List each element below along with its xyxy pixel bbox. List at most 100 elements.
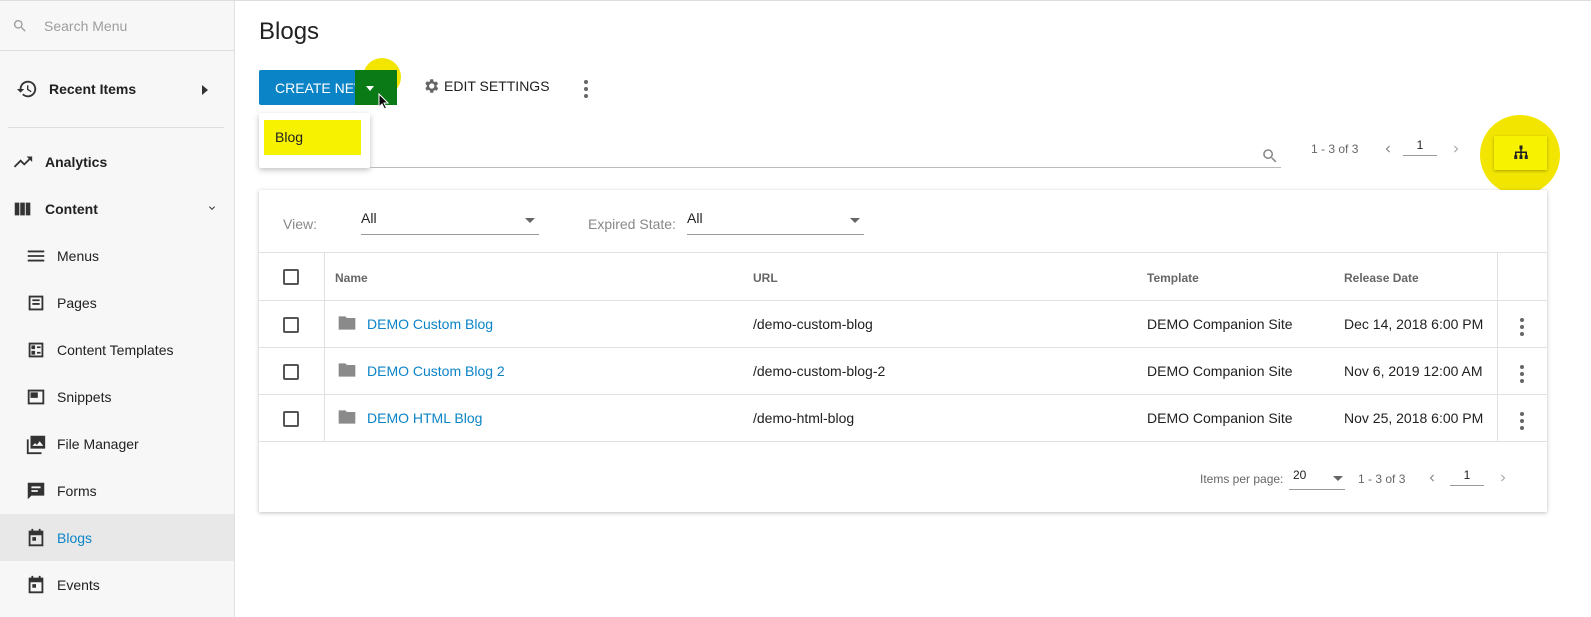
folder-icon — [338, 410, 356, 424]
sidebar-label: Blogs — [57, 529, 93, 546]
blog-release-date: Dec 14, 2018 6:00 PM — [1344, 316, 1484, 332]
create-new-label: CREATE NEW — [275, 79, 368, 96]
sidebar-label: Forms — [57, 482, 97, 499]
form-icon — [25, 480, 47, 502]
sidebar-item-file-manager[interactable]: File Manager — [0, 420, 234, 467]
chevron-right-icon[interactable] — [1449, 141, 1463, 157]
main-content: Blogs CREATE NEW EDIT SETTINGS Blog 1 - … — [235, 1, 1591, 617]
folder-icon — [338, 363, 356, 377]
trending-up-icon — [12, 151, 34, 173]
sidebar-item-analytics[interactable]: Analytics — [0, 138, 234, 185]
snippet-icon — [25, 386, 47, 408]
search-icon — [13, 19, 26, 32]
template-icon — [25, 339, 47, 361]
dropdown-arrow-icon — [525, 218, 535, 223]
blog-release-date: Nov 25, 2018 6:00 PM — [1344, 410, 1484, 426]
row-actions-icon[interactable] — [1517, 411, 1527, 431]
column-header-release-date[interactable]: Release Date — [1344, 271, 1419, 285]
dropdown-arrow-icon — [1333, 476, 1343, 481]
sidebar-label: Analytics — [45, 153, 108, 170]
blog-name-link[interactable]: DEMO Custom Blog — [367, 316, 493, 332]
column-header-template[interactable]: Template — [1147, 271, 1199, 285]
row-checkbox[interactable] — [283, 317, 299, 333]
chevron-left-icon[interactable] — [1425, 470, 1439, 486]
gear-icon — [425, 79, 439, 93]
tree-view-button[interactable] — [1494, 136, 1547, 170]
blog-template: DEMO Companion Site — [1147, 410, 1293, 426]
history-icon — [16, 78, 38, 100]
blog-template: DEMO Companion Site — [1147, 316, 1293, 332]
row-actions-icon[interactable] — [1517, 317, 1527, 337]
view-filter-select[interactable]: All — [361, 210, 539, 235]
more-options-icon[interactable] — [581, 79, 591, 99]
sidebar-item-blogs[interactable]: Blogs — [0, 514, 234, 561]
page-number-input[interactable]: 1 — [1403, 138, 1437, 156]
expired-state-label: Expired State: — [588, 216, 676, 232]
calendar-icon — [25, 527, 47, 549]
pager-range: 1 - 3 of 3 — [1358, 472, 1406, 486]
menu-icon — [25, 245, 47, 267]
filter-bar: View: All Expired State: All — [259, 190, 1547, 253]
mouse-cursor-icon — [378, 93, 390, 110]
view-filter-value: All — [361, 210, 377, 226]
sidebar-label: Content — [45, 200, 98, 217]
blogs-table-card: View: All Expired State: All Name URL Te… — [259, 190, 1547, 512]
sidebar-search — [0, 1, 234, 51]
column-header-url[interactable]: URL — [753, 271, 778, 285]
blog-name-link[interactable]: DEMO Custom Blog 2 — [367, 363, 505, 379]
table-row[interactable]: DEMO HTML Blog /demo-html-blog DEMO Comp… — [259, 395, 1547, 442]
images-icon — [25, 433, 47, 455]
recent-items[interactable]: Recent Items — [0, 51, 234, 127]
sidebar-label: Events — [57, 576, 100, 593]
calendar-icon — [25, 574, 47, 596]
blog-name-link[interactable]: DEMO HTML Blog — [367, 410, 482, 426]
search-menu-input[interactable] — [44, 17, 224, 34]
sidebar-label: File Manager — [57, 435, 139, 452]
sidebar-item-pages[interactable]: Pages — [0, 279, 234, 326]
table-footer: Items per page: 20 1 - 3 of 3 1 — [259, 450, 1547, 498]
column-header-name[interactable]: Name — [335, 271, 368, 285]
sidebar-label: Pages — [57, 294, 97, 311]
folder-icon — [338, 316, 356, 330]
items-per-page-value: 20 — [1293, 468, 1307, 482]
menu-item-blog[interactable]: Blog — [264, 120, 361, 155]
table-row[interactable]: DEMO Custom Blog 2 /demo-custom-blog-2 D… — [259, 348, 1547, 395]
items-per-page-select[interactable]: 20 — [1289, 468, 1345, 490]
row-actions-icon[interactable] — [1517, 364, 1527, 384]
page-number-input[interactable]: 1 — [1450, 468, 1484, 486]
chevron-right-icon[interactable] — [1496, 470, 1510, 486]
view-filter-label: View: — [283, 216, 317, 232]
blog-url: /demo-custom-blog — [753, 316, 873, 332]
filter-input-underline[interactable] — [370, 167, 1281, 168]
sitemap-icon — [1513, 145, 1528, 159]
chevron-down-icon — [209, 206, 215, 210]
blog-template: DEMO Companion Site — [1147, 363, 1293, 379]
select-all-checkbox[interactable] — [283, 269, 299, 285]
expired-state-select[interactable]: All — [687, 210, 864, 235]
blog-url: /demo-custom-blog-2 — [753, 363, 886, 379]
divider — [8, 127, 224, 128]
sidebar-label: Menus — [57, 247, 100, 264]
blog-url: /demo-html-blog — [753, 410, 855, 426]
pager-range: 1 - 3 of 3 — [1311, 142, 1359, 156]
edit-settings-button[interactable]: EDIT SETTINGS — [422, 77, 550, 95]
edit-settings-label: EDIT SETTINGS — [444, 78, 550, 94]
page-title: Blogs — [259, 18, 320, 45]
table-row[interactable]: DEMO Custom Blog /demo-custom-blog DEMO … — [259, 301, 1547, 348]
dropdown-arrow-icon — [850, 218, 860, 223]
sidebar-item-snippets[interactable]: Snippets — [0, 373, 234, 420]
sidebar-item-content-templates[interactable]: Content Templates — [0, 326, 234, 373]
sidebar-item-events[interactable]: Events — [0, 561, 234, 608]
sidebar-item-menus[interactable]: Menus — [0, 232, 234, 279]
search-icon[interactable] — [1261, 147, 1279, 165]
row-checkbox[interactable] — [283, 411, 299, 427]
table-header: Name URL Template Release Date — [259, 253, 1547, 301]
sidebar-label: Snippets — [57, 388, 112, 405]
chevron-left-icon[interactable] — [1381, 141, 1395, 157]
sidebar-item-content[interactable]: Content — [0, 185, 234, 232]
sidebar-item-forms[interactable]: Forms — [0, 467, 234, 514]
recent-items-label: Recent Items — [49, 81, 137, 97]
blog-release-date: Nov 6, 2019 12:00 AM — [1344, 363, 1483, 379]
row-checkbox[interactable] — [283, 364, 299, 380]
page-icon — [25, 292, 47, 314]
